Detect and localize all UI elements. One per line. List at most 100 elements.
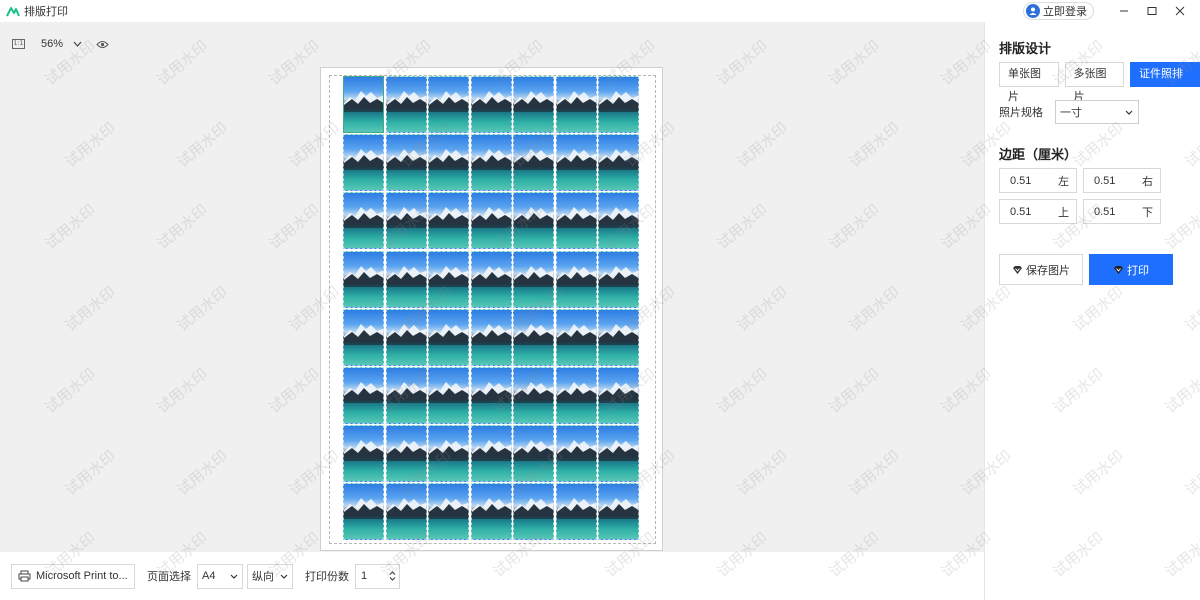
id-photo-tile[interactable] xyxy=(513,192,554,250)
chevron-down-icon xyxy=(230,574,238,579)
id-photo-tile[interactable] xyxy=(343,76,384,133)
title-bar: 排版打印 立即登录 xyxy=(0,0,1200,22)
maximize-icon xyxy=(1147,7,1157,15)
margin-title: 边距（厘米） xyxy=(999,147,1078,162)
id-photo-tile[interactable] xyxy=(470,76,512,133)
margin-left-field[interactable]: 0.51 左 xyxy=(999,168,1077,193)
id-photo-tile[interactable] xyxy=(598,250,639,308)
margin-right-label: 右 xyxy=(1142,175,1153,188)
id-photo-tile[interactable] xyxy=(385,76,427,133)
orientation-select[interactable]: 纵向 xyxy=(247,563,293,589)
id-photo-tile[interactable] xyxy=(343,308,384,366)
chevron-up-icon[interactable] xyxy=(389,571,396,575)
id-photo-tile[interactable] xyxy=(385,250,427,308)
close-icon xyxy=(1175,6,1185,16)
id-photo-tile[interactable] xyxy=(343,483,384,541)
paper-size-select[interactable]: A4 xyxy=(197,563,243,589)
id-photo-tile[interactable] xyxy=(513,366,554,424)
margin-bottom-field[interactable]: 0.51 下 xyxy=(1083,199,1161,224)
printer-select-button[interactable]: Microsoft Print to... xyxy=(11,563,135,589)
id-photo-tile[interactable] xyxy=(385,192,427,250)
id-photo-tile[interactable] xyxy=(385,134,427,192)
id-photo-tile[interactable] xyxy=(428,366,469,424)
id-photo-tile[interactable] xyxy=(598,425,639,483)
tab-single-image[interactable]: 单张图片 xyxy=(999,62,1059,103)
id-photo-tile[interactable] xyxy=(385,308,427,366)
printer-icon xyxy=(18,570,31,582)
id-photo-tile[interactable] xyxy=(513,134,554,192)
copies-stepper[interactable]: 1 xyxy=(355,563,400,589)
id-photo-tile[interactable] xyxy=(598,76,639,133)
id-photo-tile[interactable] xyxy=(470,192,512,250)
minimize-button[interactable] xyxy=(1110,0,1138,22)
chevron-down-icon[interactable] xyxy=(389,577,396,581)
id-photo-tile[interactable] xyxy=(343,134,384,192)
id-photo-tile[interactable] xyxy=(470,425,512,483)
id-photo-tile[interactable] xyxy=(470,250,512,308)
chevron-down-icon xyxy=(1125,110,1133,115)
id-photo-tile[interactable] xyxy=(428,134,469,192)
preview-toggle-button[interactable] xyxy=(96,40,109,49)
actual-size-icon[interactable]: 1:1 xyxy=(12,39,25,49)
id-photo-tile[interactable] xyxy=(385,483,427,541)
id-photo-tile[interactable] xyxy=(513,425,554,483)
id-photo-tile[interactable] xyxy=(343,192,384,250)
id-photo-tile[interactable] xyxy=(343,425,384,483)
id-photo-tile[interactable] xyxy=(555,366,597,424)
id-photo-tile[interactable] xyxy=(343,366,384,424)
maximize-button[interactable] xyxy=(1138,0,1166,22)
id-photo-tile[interactable] xyxy=(555,76,597,133)
margin-fields: 0.51 左 0.51 右 0.51 上 0.51 下 xyxy=(999,168,1161,224)
id-photo-tile[interactable] xyxy=(470,366,512,424)
id-photo-tile[interactable] xyxy=(470,134,512,192)
id-photo-tile[interactable] xyxy=(513,250,554,308)
id-photo-tile[interactable] xyxy=(513,76,554,133)
printer-name: Microsoft Print to... xyxy=(36,570,128,582)
id-photo-tile[interactable] xyxy=(555,308,597,366)
id-photo-tile[interactable] xyxy=(598,366,639,424)
id-photo-tile[interactable] xyxy=(428,425,469,483)
id-photo-tile[interactable] xyxy=(555,134,597,192)
eye-icon xyxy=(96,40,109,48)
id-photo-tile[interactable] xyxy=(513,308,554,366)
panel-actions: 保存图片 打印 xyxy=(999,254,1173,285)
id-photo-tile[interactable] xyxy=(428,250,469,308)
close-button[interactable] xyxy=(1166,0,1194,22)
id-photo-tile[interactable] xyxy=(470,483,512,541)
stepper-arrows[interactable] xyxy=(389,571,396,581)
id-photo-tile[interactable] xyxy=(343,250,384,308)
id-photo-tile[interactable] xyxy=(470,308,512,366)
settings-panel: 排版设计 单张图片 多张图片 证件照排版 照片规格 一寸 边距（厘米） 0.51… xyxy=(984,22,1200,600)
margin-left-value: 0.51 xyxy=(1010,174,1032,187)
id-photo-tile[interactable] xyxy=(555,483,597,541)
chevron-down-icon xyxy=(280,574,288,579)
margin-top-value: 0.51 xyxy=(1010,205,1032,218)
id-photo-tile[interactable] xyxy=(598,483,639,541)
id-photo-tile[interactable] xyxy=(428,483,469,541)
app-title: 排版打印 xyxy=(24,6,68,18)
id-photo-tile[interactable] xyxy=(598,134,639,192)
margin-right-field[interactable]: 0.51 右 xyxy=(1083,168,1161,193)
photo-spec-value: 一寸 xyxy=(1060,107,1082,119)
id-photo-tile[interactable] xyxy=(555,192,597,250)
id-photo-tile[interactable] xyxy=(598,192,639,250)
print-label: 打印 xyxy=(1127,264,1149,277)
login-button[interactable]: 立即登录 xyxy=(1023,2,1094,20)
tab-id-photo-layout[interactable]: 证件照排版 xyxy=(1130,62,1200,103)
id-photo-tile[interactable] xyxy=(428,192,469,250)
margin-top-label: 上 xyxy=(1058,206,1069,219)
id-photo-tile[interactable] xyxy=(428,76,469,133)
id-photo-tile[interactable] xyxy=(555,250,597,308)
tab-multi-image[interactable]: 多张图片 xyxy=(1064,62,1125,103)
id-photo-tile[interactable] xyxy=(385,425,427,483)
id-photo-tile[interactable] xyxy=(385,366,427,424)
id-photo-tile[interactable] xyxy=(598,308,639,366)
id-photo-tile[interactable] xyxy=(555,425,597,483)
margin-top-field[interactable]: 0.51 上 xyxy=(999,199,1077,224)
print-button[interactable]: 打印 xyxy=(1089,254,1173,285)
save-image-button[interactable]: 保存图片 xyxy=(999,254,1083,285)
id-photo-tile[interactable] xyxy=(428,308,469,366)
zoom-dropdown-button[interactable] xyxy=(73,41,82,47)
photo-spec-select[interactable]: 一寸 xyxy=(1055,100,1139,124)
id-photo-tile[interactable] xyxy=(513,483,554,541)
